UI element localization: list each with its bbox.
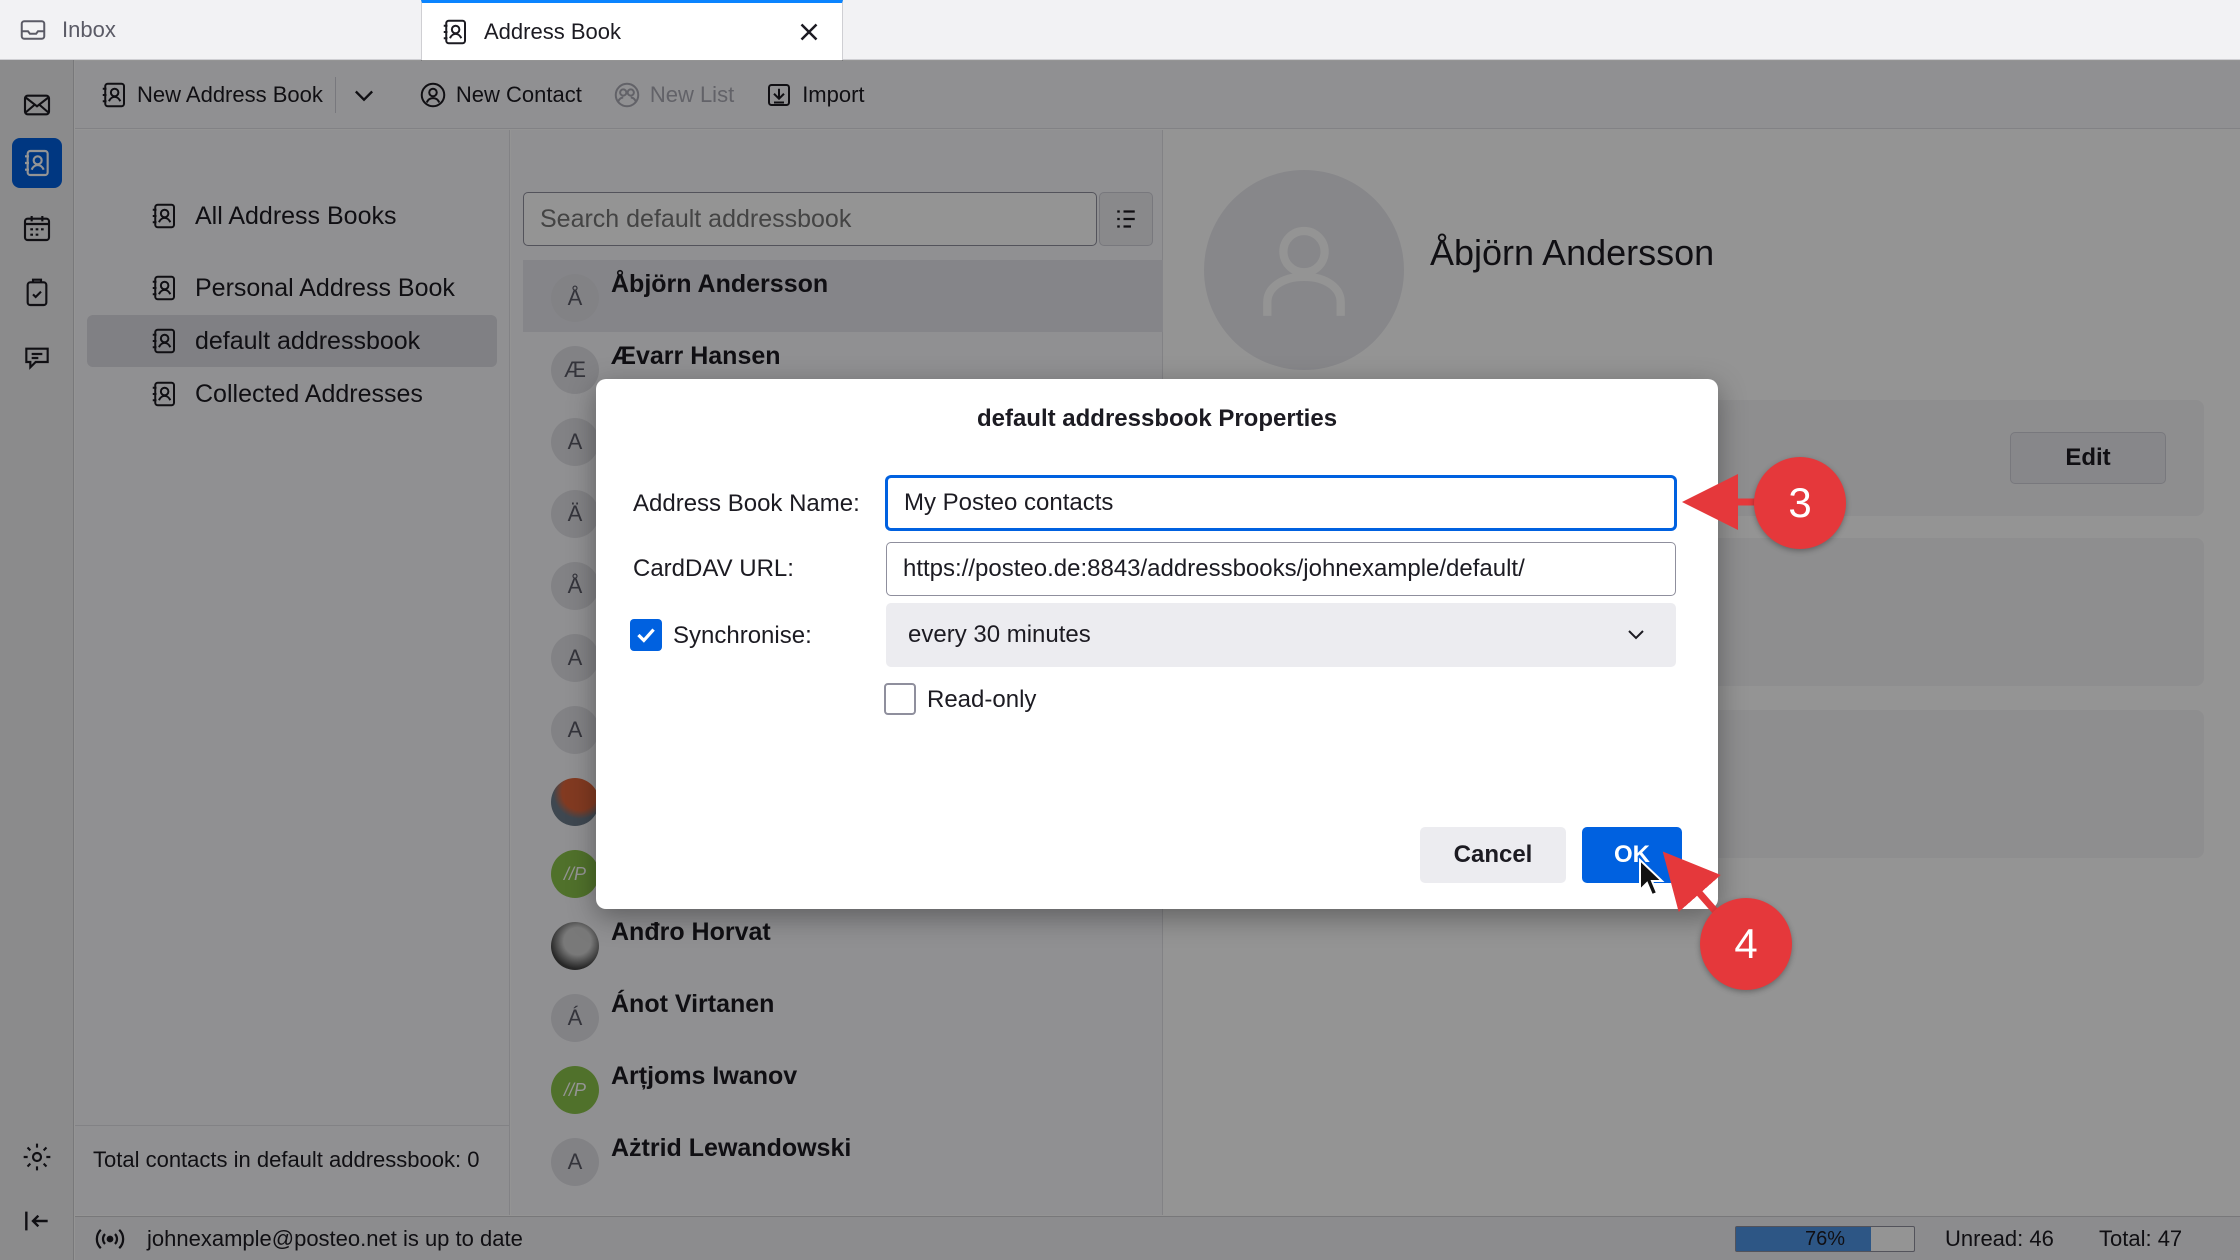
address-book-name-input[interactable] bbox=[886, 476, 1676, 530]
tab-address-book[interactable]: Address Book bbox=[421, 0, 843, 61]
dialog-title: default addressbook Properties bbox=[976, 405, 1338, 432]
read-only-checkbox[interactable] bbox=[884, 683, 916, 715]
address-book-properties-dialog: default addressbook Properties Address B… bbox=[596, 379, 1718, 909]
read-only-label: Read-only bbox=[927, 686, 1037, 713]
tab-inbox[interactable]: Inbox bbox=[18, 0, 418, 60]
synchronise-label: Synchronise: bbox=[673, 622, 812, 649]
tab-label: Inbox bbox=[62, 17, 116, 42]
checkmark-icon bbox=[637, 628, 655, 643]
step-4-callout: 4 bbox=[1700, 898, 1792, 990]
step-3-callout: 3 bbox=[1754, 457, 1846, 549]
sync-interval-select[interactable]: every 30 minutes bbox=[886, 603, 1676, 667]
cancel-button[interactable]: Cancel bbox=[1420, 827, 1566, 883]
address-book-name-label: Address Book Name: bbox=[633, 490, 860, 517]
sync-interval-value: every 30 minutes bbox=[908, 621, 1091, 648]
inbox-icon bbox=[20, 20, 46, 40]
chevron-down-icon bbox=[1628, 630, 1644, 640]
synchronise-checkbox[interactable] bbox=[630, 619, 662, 651]
tab-label: Address Book bbox=[484, 19, 621, 44]
address-book-icon bbox=[443, 19, 466, 45]
carddav-url-input[interactable] bbox=[886, 542, 1676, 596]
close-icon[interactable] bbox=[794, 17, 824, 47]
ok-button[interactable]: OK bbox=[1582, 827, 1682, 883]
carddav-url-label: CardDAV URL: bbox=[633, 555, 794, 582]
tab-strip: Inbox Address Book bbox=[0, 0, 2240, 61]
